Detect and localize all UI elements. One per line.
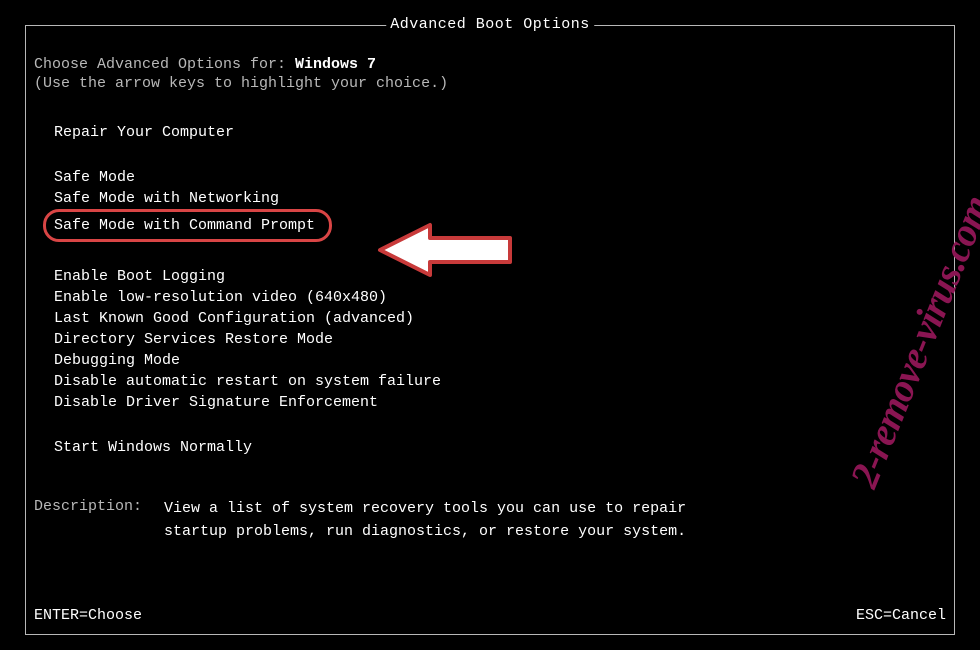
highlight-circle: Safe Mode with Command Prompt	[43, 209, 332, 242]
description-line-1: View a list of system recovery tools you…	[164, 498, 686, 521]
option-safe-mode-networking[interactable]: Safe Mode with Networking	[54, 188, 279, 209]
content-area: Choose Advanced Options for: Windows 7 (…	[34, 56, 946, 543]
boot-options-frame: Advanced Boot Options Choose Advanced Op…	[25, 25, 955, 635]
description-label: Description:	[34, 498, 164, 543]
option-repair-computer[interactable]: Repair Your Computer	[54, 122, 234, 143]
description-line-2: startup problems, run diagnostics, or re…	[164, 521, 686, 544]
option-safe-mode-cmd[interactable]: Safe Mode with Command Prompt	[54, 215, 315, 236]
screen-title: Advanced Boot Options	[386, 16, 594, 33]
option-boot-logging[interactable]: Enable Boot Logging	[54, 266, 225, 287]
option-disable-auto-restart[interactable]: Disable automatic restart on system fail…	[54, 371, 441, 392]
description-text: View a list of system recovery tools you…	[164, 498, 686, 543]
choose-line: Choose Advanced Options for: Windows 7	[34, 56, 946, 73]
option-safe-mode[interactable]: Safe Mode	[54, 167, 135, 188]
normal-section: Start Windows Normally	[54, 437, 946, 458]
os-name: Windows 7	[295, 56, 376, 73]
option-directory-restore[interactable]: Directory Services Restore Mode	[54, 329, 333, 350]
esc-hint: ESC=Cancel	[856, 607, 946, 624]
option-disable-driver-sig[interactable]: Disable Driver Signature Enforcement	[54, 392, 378, 413]
option-start-normally[interactable]: Start Windows Normally	[54, 437, 252, 458]
option-debugging-mode[interactable]: Debugging Mode	[54, 350, 180, 371]
repair-section: Repair Your Computer	[54, 122, 946, 143]
description-block: Description: View a list of system recov…	[34, 498, 946, 543]
footer-bar: ENTER=Choose ESC=Cancel	[34, 607, 946, 624]
option-low-res-video[interactable]: Enable low-resolution video (640x480)	[54, 287, 387, 308]
enter-hint: ENTER=Choose	[34, 607, 142, 624]
option-last-known-good[interactable]: Last Known Good Configuration (advanced)	[54, 308, 414, 329]
annotation-arrow-icon	[370, 210, 520, 295]
arrow-instruction: (Use the arrow keys to highlight your ch…	[34, 75, 946, 92]
choose-prefix: Choose Advanced Options for:	[34, 56, 295, 73]
